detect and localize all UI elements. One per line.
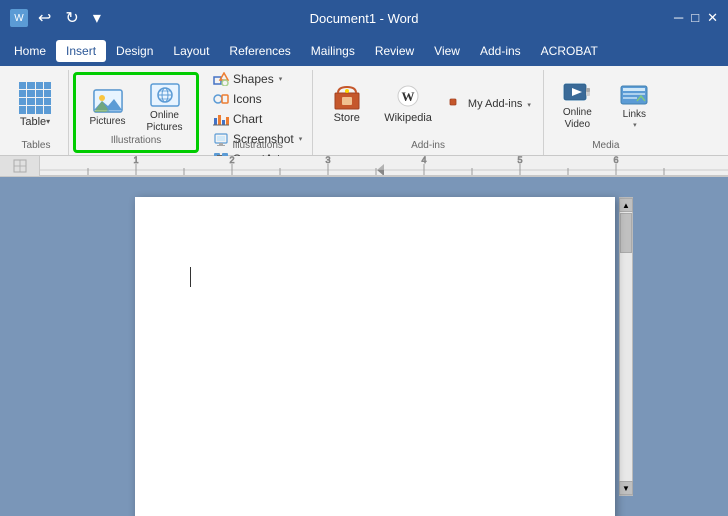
svg-text:4: 4 (421, 156, 426, 165)
redo-button[interactable]: ↻ (61, 6, 82, 30)
store-button[interactable]: Store (319, 74, 374, 136)
menu-home[interactable]: Home (4, 40, 56, 62)
table-label: Table (20, 116, 46, 128)
customize-button[interactable]: ▾ (89, 6, 105, 30)
menu-bar: Home Insert Design Layout References Mai… (0, 36, 728, 66)
tables-group-label: Tables (4, 140, 68, 151)
restore-button[interactable]: □ (691, 10, 699, 26)
ruler-corner-icon (13, 159, 27, 173)
links-icon (619, 81, 649, 109)
pictures-button[interactable]: Pictures (80, 77, 135, 139)
my-addins-label: My Add-ins (468, 97, 522, 111)
chart-button[interactable]: Chart (209, 110, 306, 128)
text-cursor (190, 267, 191, 287)
shapes-arrow: ▾ (279, 75, 283, 83)
document-area: ▲ ▼ (0, 177, 728, 516)
my-addins-button[interactable]: My Add-ins ▾ (442, 90, 537, 120)
ruler-corner (0, 156, 40, 176)
minimize-button[interactable]: ─ (674, 10, 683, 26)
shapes-button[interactable]: Shapes ▾ (209, 70, 306, 88)
svg-text:3: 3 (325, 156, 330, 165)
pictures-icon (92, 88, 124, 116)
ruler: 1 2 3 4 5 6 (40, 156, 728, 176)
window-controls: ─ □ ✕ (674, 10, 718, 26)
links-button[interactable]: Links ▾ (607, 74, 662, 136)
store-icon (332, 83, 362, 111)
ribbon-group-tables: Table ▾ Tables (4, 70, 69, 155)
my-addins-icon (448, 97, 464, 113)
close-button[interactable]: ✕ (707, 10, 718, 26)
online-pictures-button[interactable]: Online Pictures (137, 77, 192, 139)
ribbon: Table ▾ Tables Pictures (0, 66, 728, 156)
document-page[interactable] (135, 197, 615, 516)
document-title: Document1 - Word (310, 11, 419, 26)
links-label: Links (623, 109, 646, 121)
scroll-track (620, 212, 632, 481)
scroll-up-button[interactable]: ▲ (619, 198, 633, 212)
menu-review[interactable]: Review (365, 40, 424, 62)
illustrations-group-label: Illustrations (203, 140, 312, 151)
menu-insert[interactable]: Insert (56, 40, 106, 62)
table-dropdown-arrow: ▾ (46, 117, 50, 126)
ribbon-group-illustrations: Shapes ▾ Icons Chart (203, 70, 313, 155)
menu-design[interactable]: Design (106, 40, 163, 62)
scroll-thumb[interactable] (620, 213, 632, 253)
chart-icon (213, 112, 229, 126)
svg-text:W: W (402, 89, 415, 104)
my-addins-arrow: ▾ (527, 101, 531, 109)
online-pictures-icon (149, 82, 181, 110)
menu-layout[interactable]: Layout (163, 40, 219, 62)
menu-acrobat[interactable]: ACROBAT (531, 40, 608, 62)
vertical-scrollbar[interactable]: ▲ ▼ (619, 197, 633, 496)
addins-group-label: Add-ins (313, 140, 543, 151)
title-bar: W ↩ ↻ ▾ Document1 - Word ─ □ ✕ (0, 0, 728, 36)
quick-access-toolbar: W ↩ ↻ ▾ (10, 6, 105, 30)
online-video-button[interactable]: Online Video (550, 74, 605, 136)
pictures-group-label: Illustrations (76, 135, 196, 146)
word-icon: W (10, 9, 28, 27)
svg-text:1: 1 (133, 156, 138, 165)
ribbon-group-pictures: Pictures Online Pictures Illustrations (73, 72, 199, 153)
menu-view[interactable]: View (424, 40, 470, 62)
chart-label: Chart (233, 112, 262, 126)
menu-addins[interactable]: Add-ins (470, 40, 531, 62)
media-group-label: Media (544, 140, 668, 151)
menu-mailings[interactable]: Mailings (301, 40, 365, 62)
ribbon-group-addins: Store W Wikipedia My Add-ins ▾ Add-ins (313, 70, 544, 155)
wikipedia-icon: W (393, 83, 423, 111)
online-video-icon (562, 79, 592, 107)
online-pictures-label: Online Pictures (146, 110, 182, 134)
store-label: Store (334, 111, 360, 125)
wikipedia-button[interactable]: W Wikipedia (378, 74, 438, 136)
ruler-container: 1 2 3 4 5 6 (0, 156, 728, 177)
links-arrow: ▾ (633, 121, 637, 129)
icons-icon (213, 92, 229, 106)
menu-references[interactable]: References (219, 40, 300, 62)
ruler-marks: 1 2 3 4 5 6 (40, 156, 728, 176)
table-icon (19, 82, 51, 114)
svg-text:6: 6 (613, 156, 618, 165)
shapes-label: Shapes (233, 72, 274, 86)
table-button[interactable]: Table ▾ (10, 71, 60, 139)
svg-text:5: 5 (517, 156, 522, 165)
left-margin (95, 197, 135, 496)
svg-text:2: 2 (229, 156, 234, 165)
icons-label: Icons (233, 92, 262, 106)
icons-button[interactable]: Icons (209, 90, 306, 108)
wikipedia-label: Wikipedia (384, 111, 432, 125)
pictures-label: Pictures (89, 116, 125, 128)
online-video-label: Online Video (563, 107, 592, 131)
scroll-down-button[interactable]: ▼ (619, 481, 633, 495)
undo-button[interactable]: ↩ (34, 6, 55, 30)
shapes-icon (213, 72, 229, 86)
ribbon-group-media: Online Video Links ▾ Media (544, 70, 668, 155)
